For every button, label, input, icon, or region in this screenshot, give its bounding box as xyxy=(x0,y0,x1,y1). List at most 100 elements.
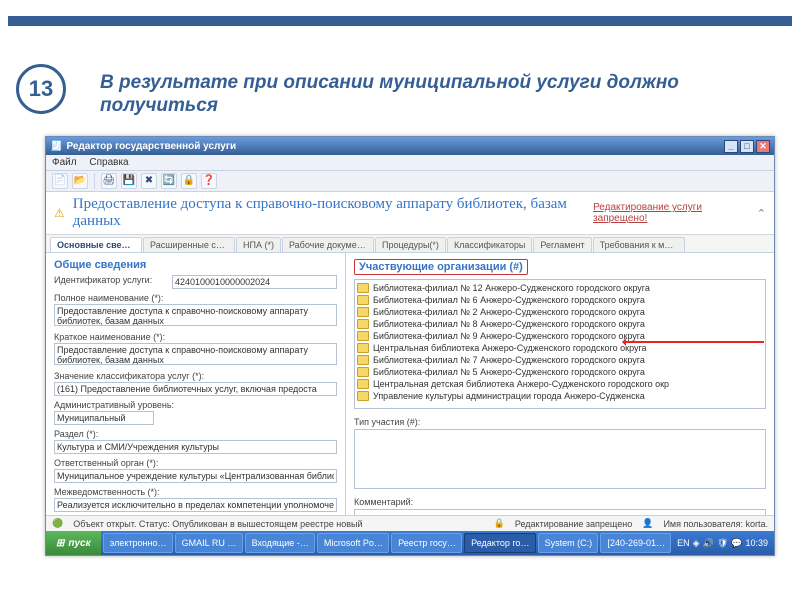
list-item[interactable]: Библиотека-филиал № 12 Анжеро-Судженског… xyxy=(357,282,763,294)
razdel-input[interactable] xyxy=(54,440,337,454)
shortname-input[interactable]: Предоставление доступа к справочно-поиск… xyxy=(54,343,337,365)
app-window: 🧾 Редактор государственной услуги _ □ ✕ … xyxy=(45,136,775,556)
highlight-arrow xyxy=(624,341,764,343)
status-user-icon: 👤 xyxy=(642,518,653,529)
collapse-icon[interactable]: ⌃ xyxy=(757,207,766,220)
tray-icon[interactable]: ◈ xyxy=(693,538,700,549)
menu-file[interactable]: Файл xyxy=(52,157,77,168)
classifier-label: Значение классификатора услуг (*): xyxy=(54,371,337,381)
taskbar-item[interactable]: Входящие -… xyxy=(245,533,315,553)
org-label: Центральная детская библиотека Анжеро-Су… xyxy=(373,379,669,389)
comment-box[interactable] xyxy=(354,509,766,515)
slide-top-bar xyxy=(8,16,792,26)
folder-icon xyxy=(357,331,369,341)
org-label: Библиотека-филиал № 9 Анжеро-Судженского… xyxy=(373,331,645,341)
form-content: Общие сведения Идентификатор услуги: Пол… xyxy=(46,253,774,515)
id-input[interactable] xyxy=(172,275,337,289)
inter-input[interactable] xyxy=(54,498,337,512)
window-close-button[interactable]: ✕ xyxy=(756,140,770,153)
folder-icon xyxy=(357,307,369,317)
window-titlebar[interactable]: 🧾 Редактор государственной услуги _ □ ✕ xyxy=(46,137,774,155)
list-item[interactable]: Библиотека-филиал № 6 Анжеро-Судженского… xyxy=(357,294,763,306)
window-minimize-button[interactable]: _ xyxy=(724,140,738,153)
toolbar-separator xyxy=(94,173,95,189)
org-label: Библиотека-филиал № 12 Анжеро-Судженског… xyxy=(373,283,650,293)
folder-icon xyxy=(357,295,369,305)
inter-label: Межведомственность (*): xyxy=(54,487,337,497)
list-item[interactable]: Центральная библиотека Анжеро-Судженског… xyxy=(357,342,763,354)
fullname-input[interactable]: Предоставление доступа к справочно-поиск… xyxy=(54,304,337,326)
clock[interactable]: 10:39 xyxy=(745,538,768,548)
taskbar-item[interactable]: [240-269-01… xyxy=(600,533,671,553)
tab-requirements[interactable]: Требования к местам предоставления xyxy=(593,237,685,252)
folder-icon xyxy=(357,319,369,329)
left-pane: Общие сведения Идентификатор услуги: Пол… xyxy=(46,253,346,515)
warning-icon: ⚠ xyxy=(54,206,65,220)
toolbar-refresh-icon[interactable]: 🔄 xyxy=(161,173,177,189)
tray-icon[interactable]: 🛡 xyxy=(717,538,728,549)
toolbar-delete-icon[interactable]: ✖ xyxy=(141,173,157,189)
classifier-input[interactable] xyxy=(54,382,337,396)
toolbar-lock-icon[interactable]: 🔒 xyxy=(181,173,197,189)
list-item[interactable]: Библиотека-филиал № 2 Анжеро-Судженского… xyxy=(357,306,763,318)
right-section-header: Участвующие организации (#) xyxy=(354,259,528,275)
tab-reglament[interactable]: Регламент xyxy=(533,237,591,252)
folder-icon xyxy=(357,343,369,353)
taskbar-item[interactable]: System (C:) xyxy=(538,533,599,553)
taskbar-item[interactable]: Microsoft Po… xyxy=(317,533,389,553)
tray-icon[interactable]: 🔊 xyxy=(703,538,714,549)
admlevel-input[interactable] xyxy=(54,411,154,425)
tab-main-info[interactable]: Основные сведения (*) xyxy=(50,237,142,252)
tabs-bar: Основные сведения (*) Расширенные сведен… xyxy=(46,235,774,253)
right-pane: Участвующие организации (#) Библиотека-ф… xyxy=(346,253,774,515)
folder-icon xyxy=(357,391,369,401)
tab-work-docs[interactable]: Рабочие документы (*) xyxy=(282,237,374,252)
tray-icon[interactable]: 💬 xyxy=(731,538,742,549)
taskbar-item-active[interactable]: Редактор го… xyxy=(464,533,536,553)
start-button[interactable]: ⊞ пуск xyxy=(46,531,101,555)
type-label: Тип участия (#): xyxy=(354,417,766,427)
list-item[interactable]: Библиотека-филиал № 5 Анжеро-Судженского… xyxy=(357,366,763,378)
service-header: ⚠ Предоставление доступа к справочно-пои… xyxy=(46,192,774,235)
tab-procedures[interactable]: Процедуры(*) xyxy=(375,237,446,252)
edit-locked-link[interactable]: Редактирование услуги запрещено! xyxy=(593,202,749,224)
type-box[interactable] xyxy=(354,429,766,489)
org-label: Библиотека-филиал № 5 Анжеро-Судженского… xyxy=(373,367,645,377)
toolbar-print-icon[interactable]: 🖨 xyxy=(101,173,117,189)
left-section-header: Общие сведения xyxy=(54,259,337,271)
taskbar-item[interactable]: GMAIL RU … xyxy=(175,533,243,553)
taskbar-item[interactable]: Реестр госу… xyxy=(391,533,462,553)
taskbar-item[interactable]: электронно… xyxy=(103,533,173,553)
toolbar-new-icon[interactable]: 📄 xyxy=(52,173,68,189)
list-item[interactable]: Управление культуры администрации города… xyxy=(357,390,763,402)
toolbar-save-icon[interactable]: 💾 xyxy=(121,173,137,189)
tab-ext-info[interactable]: Расширенные сведения (*) xyxy=(143,237,235,252)
window-maximize-button[interactable]: □ xyxy=(740,140,754,153)
org-listbox[interactable]: Библиотека-филиал № 12 Анжеро-Судженског… xyxy=(354,279,766,409)
system-tray[interactable]: EN ◈ 🔊 🛡 💬 10:39 xyxy=(671,538,774,549)
os-taskbar: ⊞ пуск электронно… GMAIL RU … Входящие -… xyxy=(46,531,774,555)
tab-classifiers[interactable]: Классификаторы xyxy=(447,237,532,252)
list-item[interactable]: Библиотека-филиал № 7 Анжеро-Судженского… xyxy=(357,354,763,366)
toolbar-open-icon[interactable]: 📂 xyxy=(72,173,88,189)
slide-number-badge: 13 xyxy=(16,64,66,114)
folder-icon xyxy=(357,283,369,293)
tab-npa[interactable]: НПА (*) xyxy=(236,237,281,252)
folder-icon xyxy=(357,367,369,377)
window-title: Редактор государственной услуги xyxy=(66,141,236,152)
list-item[interactable]: Центральная детская библиотека Анжеро-Су… xyxy=(357,378,763,390)
slide-heading: В результате при описании муниципальной … xyxy=(100,72,720,118)
list-item[interactable]: Библиотека-филиал № 8 Анжеро-Судженского… xyxy=(357,318,763,330)
status-user: Имя пользователя: korta. xyxy=(663,519,768,529)
status-lock-icon: 🔒 xyxy=(494,518,505,529)
resp-input[interactable] xyxy=(54,469,337,483)
status-text-mid: Редактирование запрещено xyxy=(515,519,632,529)
admlevel-label: Административный уровень: xyxy=(54,400,337,410)
language-indicator[interactable]: EN xyxy=(677,538,690,548)
menu-help[interactable]: Справка xyxy=(89,157,128,168)
toolbar-help-icon[interactable]: ❓ xyxy=(201,173,217,189)
id-label: Идентификатор услуги: xyxy=(54,275,164,285)
status-text-left: Объект открыт. Статус: Опубликован в выш… xyxy=(73,519,362,529)
service-title: Предоставление доступа к справочно-поиск… xyxy=(73,196,585,230)
menu-bar: Файл Справка xyxy=(46,155,774,171)
